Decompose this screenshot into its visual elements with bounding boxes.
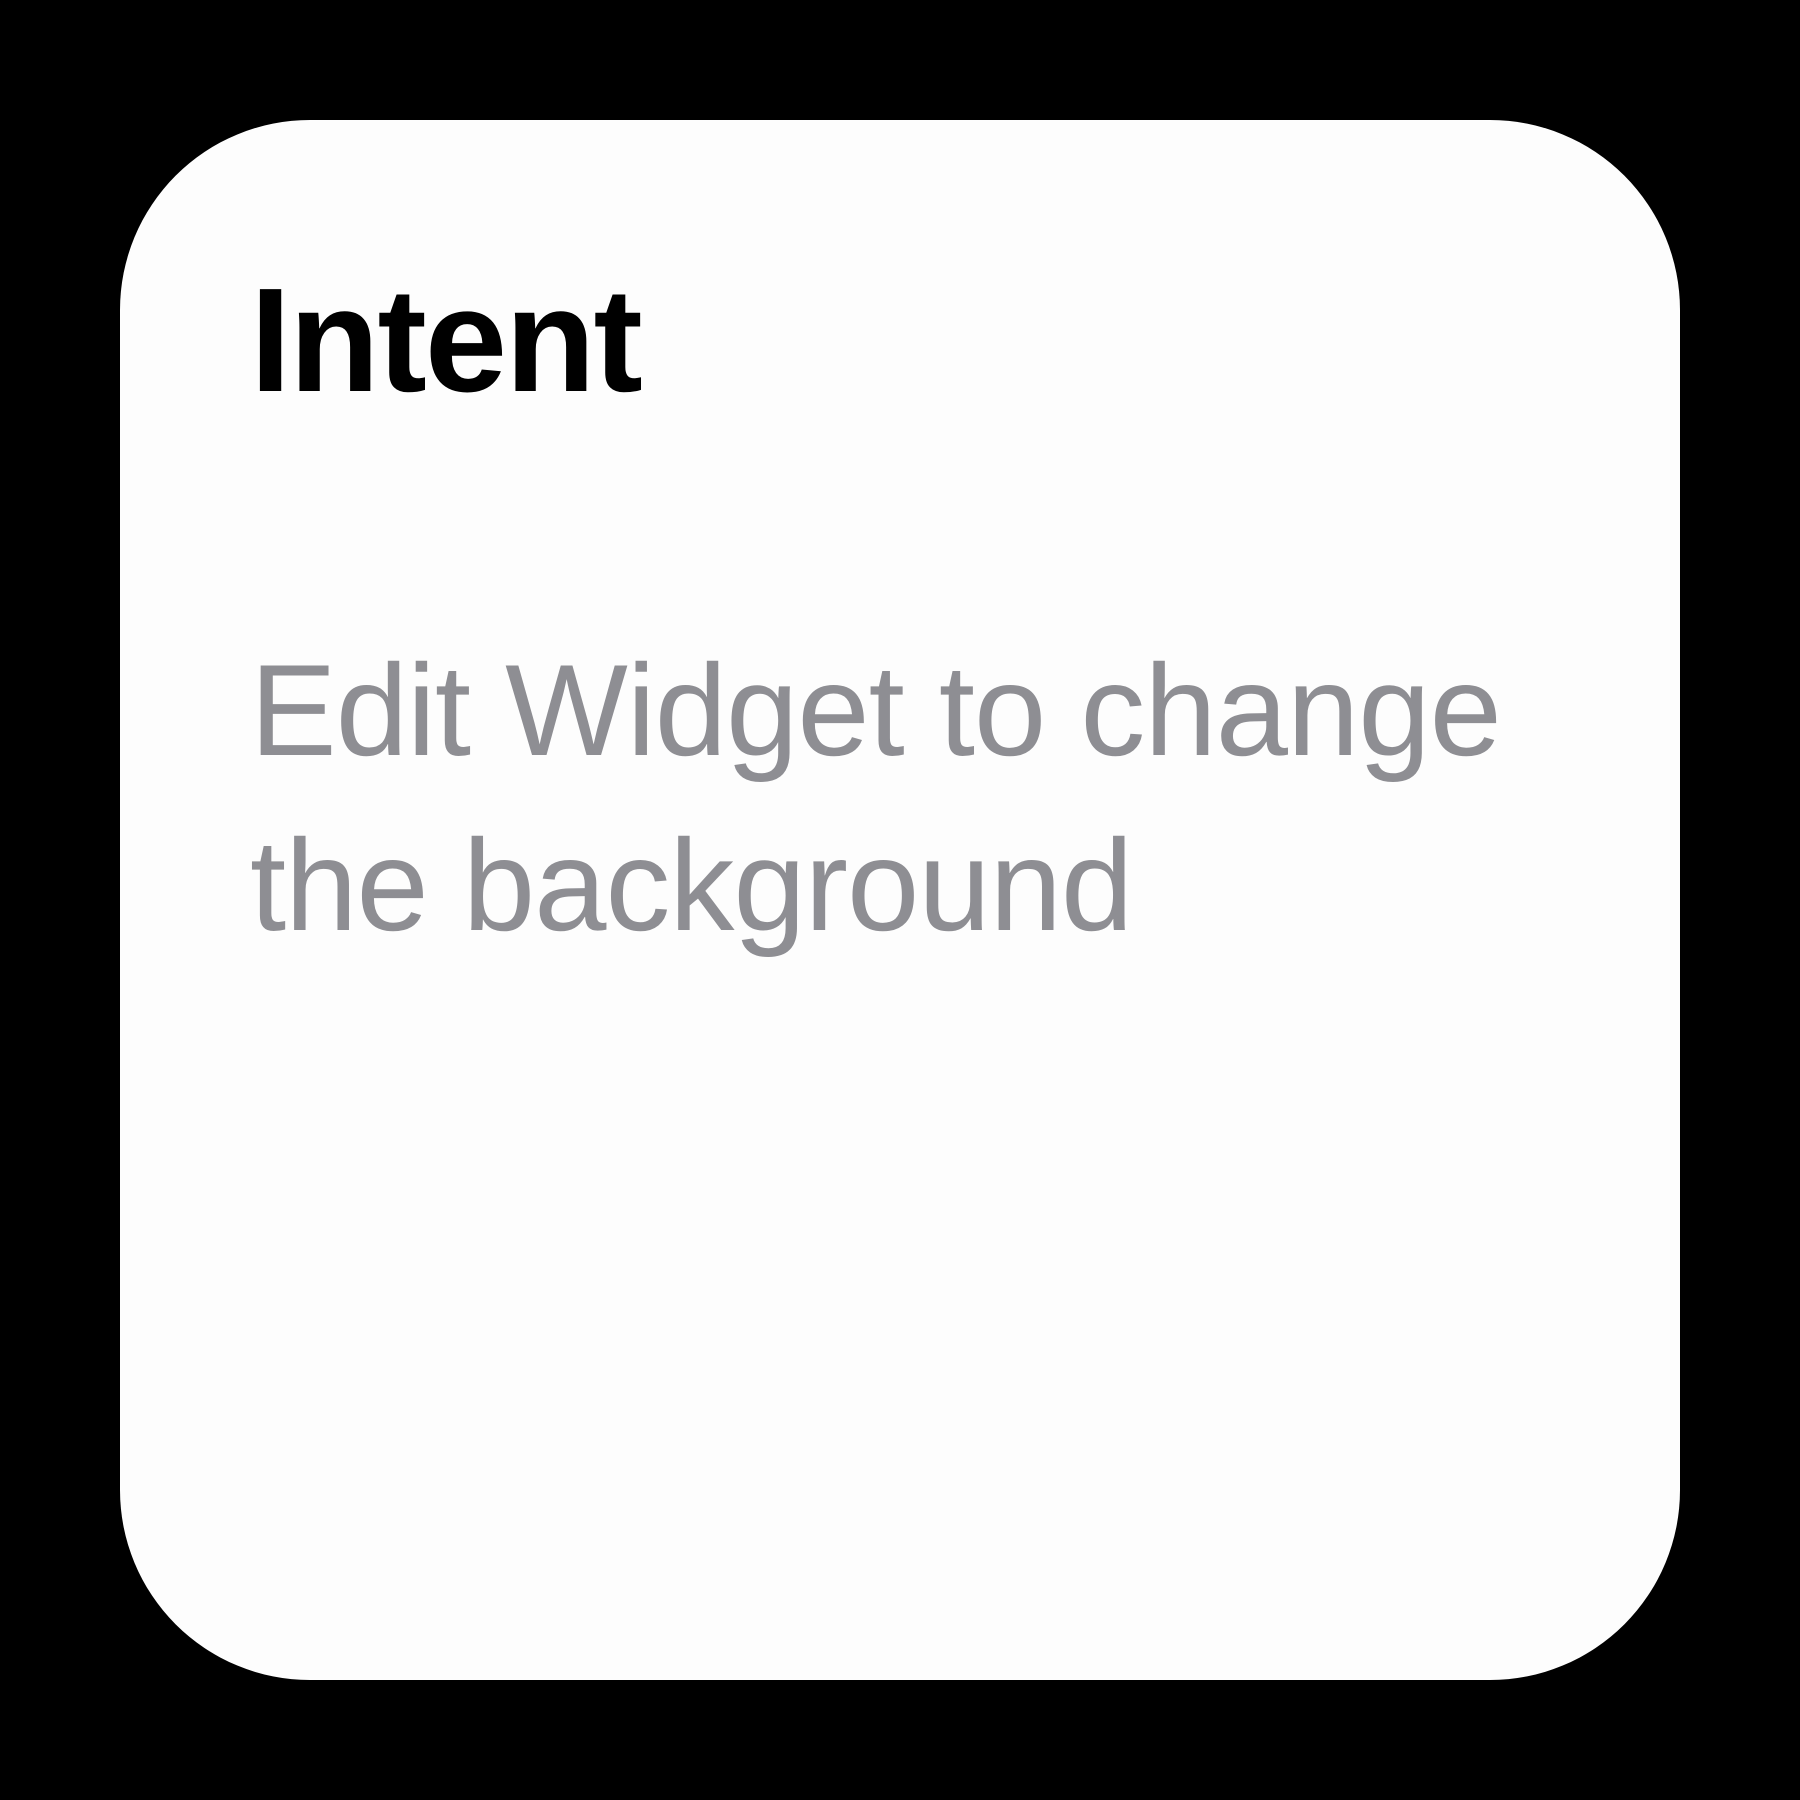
widget-title: Intent [250, 260, 1550, 423]
widget-card[interactable]: Intent Edit Widget to change the backgro… [120, 120, 1680, 1680]
widget-description: Edit Widget to change the background [250, 623, 1550, 974]
